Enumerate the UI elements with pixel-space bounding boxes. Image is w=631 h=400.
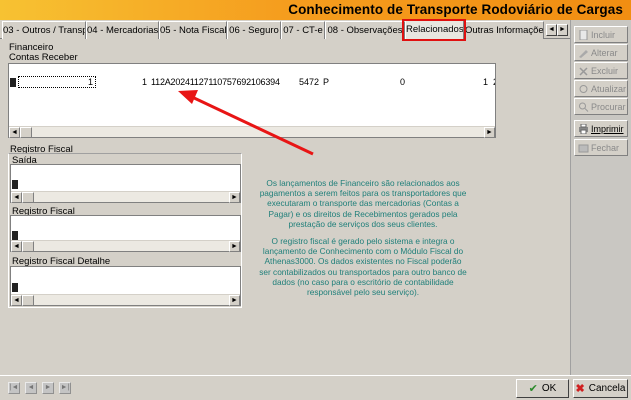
cell-col1: 1 (87, 77, 93, 87)
tab-nota-fiscal[interactable]: 05 - Nota Fiscal (159, 21, 227, 39)
check-icon: ✔ (528, 383, 538, 395)
cell-col3-main: 112A202411271107576921063 (151, 77, 271, 87)
tab-seguro[interactable]: 06 - Seguro (227, 21, 281, 39)
registro-fiscal-detalhe-grid[interactable]: ◄ ► (10, 266, 241, 306)
tab-mercadorias[interactable]: 04 - Mercadorias (86, 21, 159, 39)
alterar-label: Alterar (591, 47, 618, 58)
tab-bar: 03 - Outros / Transp. 04 - Mercadorias 0… (0, 20, 570, 40)
delete-icon (578, 66, 589, 76)
cancela-button[interactable]: ✖ Cancela (573, 379, 628, 398)
new-doc-icon (578, 29, 589, 40)
tab-outros-transp[interactable]: 03 - Outros / Transp. (2, 21, 86, 39)
scroll-right-arrow[interactable]: ► (229, 241, 240, 252)
financeiro-hscroll[interactable]: ◄ ► (9, 126, 495, 138)
cell-col3: 112A20241127110757692106394 (151, 77, 280, 87)
scroll-thumb[interactable] (22, 192, 34, 203)
cell-col5: P (323, 77, 330, 87)
table-row[interactable]: 1 1 112A20241127110757692106394 5472 P 0… (9, 76, 495, 88)
scroll-right-arrow[interactable]: ► (229, 192, 240, 203)
info-paragraph-financeiro: Os lançamentos de Financeiro são relacio… (259, 178, 467, 229)
cell-col6: 0 (399, 77, 405, 87)
row-indicator (10, 78, 16, 87)
contas-receber-label: Contas Receber (9, 52, 78, 63)
cell-col2: 1 (141, 77, 147, 87)
scroll-left-arrow[interactable]: ◄ (11, 241, 22, 252)
prev-record-button[interactable]: ◄ (25, 382, 37, 394)
registro-fiscal-grid[interactable]: ◄ ► (10, 215, 241, 252)
bottom-bar: |◄ ◄ ► ►| ✔ OK ✖ Cancela (0, 375, 631, 400)
tab-outras-informacoes[interactable]: Outras Informações (464, 21, 544, 39)
saida-hscroll[interactable]: ◄ ► (11, 191, 240, 203)
scroll-thumb[interactable] (20, 127, 32, 138)
fechar-button[interactable]: Fechar (574, 139, 628, 156)
printer-icon (578, 123, 589, 134)
close-folder-icon (578, 143, 589, 153)
scroll-left-arrow[interactable]: ◄ (11, 295, 22, 306)
tab-scroll-right-button[interactable]: ► (557, 24, 568, 36)
excluir-label: Excluir (591, 65, 619, 76)
tab-cte[interactable]: 07 - CT-e (281, 21, 325, 39)
row-indicator (12, 283, 18, 292)
scroll-left-arrow[interactable]: ◄ (9, 127, 20, 138)
row-indicator (12, 180, 18, 189)
scroll-thumb[interactable] (22, 241, 34, 252)
atualizar-button[interactable]: Atualizar (574, 80, 628, 97)
cell-col3-tail: 94 (270, 77, 280, 87)
info-text: Os lançamentos de Financeiro são relacio… (258, 178, 468, 297)
procurar-button[interactable]: Procurar (574, 98, 628, 115)
atualizar-label: Atualizar (591, 83, 627, 94)
pencil-icon (578, 48, 589, 58)
saida-grid[interactable]: ◄ ► (10, 164, 241, 203)
cell-col7: 1 (483, 77, 489, 87)
fechar-label: Fechar (591, 142, 620, 153)
procurar-label: Procurar (591, 101, 626, 112)
cancela-label: Cancela (588, 383, 626, 394)
action-panel: Incluir Alterar Excluir Atualizar Procur… (570, 20, 631, 375)
registro-fiscal-hscroll[interactable]: ◄ ► (11, 240, 240, 252)
imprimir-button[interactable]: Imprimir (574, 120, 628, 137)
scroll-thumb[interactable] (22, 295, 34, 306)
scroll-left-arrow[interactable]: ◄ (11, 192, 22, 203)
cell-col8: 2: (493, 77, 495, 87)
scroll-right-arrow[interactable]: ► (484, 127, 495, 138)
next-record-button[interactable]: ► (42, 382, 54, 394)
excluir-button[interactable]: Excluir (574, 62, 628, 79)
tab-scroll-left-button[interactable]: ◄ (546, 24, 557, 36)
ok-label: OK (541, 383, 557, 394)
cell-col4: 5472 (298, 77, 319, 87)
ok-button[interactable]: ✔ OK (516, 379, 569, 398)
cancel-x-icon: ✖ (575, 383, 585, 395)
info-paragraph-fiscal: O registro fiscal é gerado pelo sistema … (259, 236, 467, 298)
last-record-button[interactable]: ►| (59, 382, 71, 394)
first-record-button[interactable]: |◄ (8, 382, 20, 394)
detalhe-hscroll[interactable]: ◄ ► (11, 294, 240, 306)
row-indicator (12, 231, 18, 240)
highlight-box (402, 19, 466, 41)
window-title: Conhecimento de Transporte Rodoviário de… (288, 2, 623, 17)
search-icon (578, 102, 589, 112)
tab-observacoes[interactable]: 08 - Observações (325, 21, 405, 39)
refresh-icon (578, 84, 589, 94)
contas-receber-grid[interactable]: 1 1 112A20241127110757692106394 5472 P 0… (8, 63, 496, 138)
alterar-button[interactable]: Alterar (574, 44, 628, 61)
incluir-button[interactable]: Incluir (574, 26, 628, 43)
scroll-right-arrow[interactable]: ► (229, 295, 240, 306)
title-bar: Conhecimento de Transporte Rodoviário de… (0, 0, 631, 20)
imprimir-label: Imprimir (591, 123, 624, 134)
incluir-label: Incluir (591, 29, 616, 40)
